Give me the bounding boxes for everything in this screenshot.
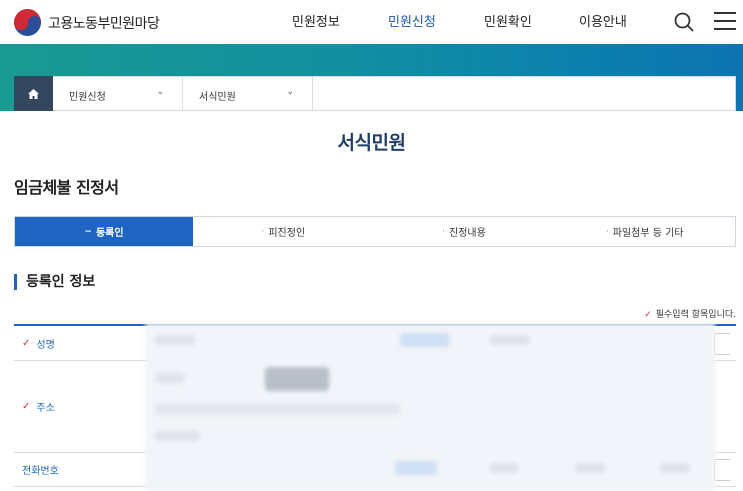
search-icon[interactable] — [674, 12, 694, 32]
nav-item-info[interactable]: 민원정보 — [292, 11, 340, 30]
step-tab-attachments[interactable]: · 파일첨부 등 기타 — [554, 217, 736, 246]
required-note: ✓ 필수입력 항목입니다. — [644, 310, 736, 320]
required-check-icon: ✓ — [22, 401, 31, 412]
breadcrumb-label: 서식민원 — [199, 92, 236, 103]
name-input[interactable] — [714, 333, 730, 355]
main-navigation: 민원정보 민원신청 민원확인 이용안내 — [0, 11, 743, 31]
masked-form-fields — [145, 323, 715, 491]
step-tab-registrant[interactable]: − 등록인 — [15, 217, 193, 246]
field-label-address: 주소 — [36, 403, 55, 414]
nav-item-check[interactable]: 민원확인 — [484, 11, 532, 30]
chevron-down-icon: ⌄ — [156, 87, 164, 97]
chevron-down-icon: ⌄ — [286, 87, 294, 97]
nav-item-guide[interactable]: 이용안내 — [579, 11, 627, 30]
step-tabs: − 등록인 · 피진정인 · 진정내용 · 파일첨부 등 기타 — [14, 216, 736, 247]
form-title: 임금체불 진정서 — [14, 178, 119, 197]
field-label-phone: 전화번호 — [22, 466, 59, 477]
required-check-icon: ✓ — [22, 337, 31, 349]
breadcrumb: 민원신청 ⌄ 서식민원 ⌄ — [14, 76, 736, 111]
phone-input[interactable] — [714, 459, 730, 481]
check-icon: ✓ — [644, 310, 652, 320]
step-tab-respondent[interactable]: · 피진정인 — [193, 217, 374, 246]
page-title: 서식민원 — [337, 132, 406, 154]
step-tab-complaint[interactable]: · 진정내용 — [373, 217, 555, 246]
section-title: 등록인 정보 — [14, 274, 95, 290]
nav-item-apply[interactable]: 민원신청 — [388, 11, 436, 30]
home-icon[interactable] — [14, 76, 53, 111]
breadcrumb-dropdown-subcategory[interactable]: 서식민원 ⌄ — [183, 77, 313, 110]
breadcrumb-dropdown-category[interactable]: 민원신청 ⌄ — [53, 77, 183, 110]
breadcrumb-label: 민원신청 — [69, 92, 106, 103]
hamburger-menu-icon[interactable] — [714, 12, 736, 30]
field-label-name: 성명 — [36, 339, 55, 351]
site-header: 고용노동부민원마당 민원정보 민원신청 민원확인 이용안내 — [0, 0, 743, 44]
